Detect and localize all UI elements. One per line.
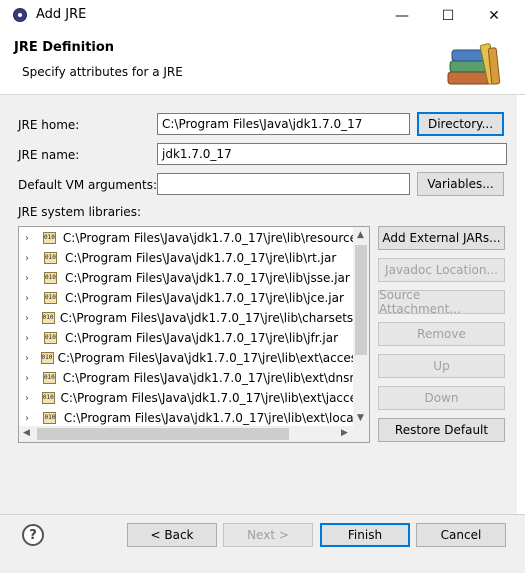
maximize-button[interactable]: ☐ — [425, 0, 471, 31]
title-bar: Add JRE — ☐ ✕ — [0, 0, 525, 31]
scroll-down-icon[interactable]: ▼ — [357, 413, 364, 423]
page-title: JRE Definition — [14, 40, 115, 55]
expand-chevron-icon[interactable]: › — [25, 233, 38, 244]
library-path: C:\Program Files\Java\jdk1.7.0_17\jre\li… — [65, 331, 339, 345]
scroll-left-icon[interactable]: ◀ — [23, 428, 30, 438]
javadoc-location-button[interactable]: Javadoc Location... — [378, 258, 505, 282]
jar-icon: 010 — [41, 391, 55, 405]
source-attachment-button[interactable]: Source Attachment... — [378, 288, 505, 316]
jar-icon: 010 — [43, 251, 59, 265]
list-item[interactable]: › 010 C:\Program Files\Java\jdk1.7.0_17\jr… — [19, 328, 357, 348]
minimize-button[interactable]: — — [379, 0, 425, 31]
expand-chevron-icon[interactable]: › — [25, 273, 39, 284]
jar-icon: 010 — [43, 291, 59, 305]
add-external-jars-button[interactable]: Add External JARs... — [378, 226, 505, 250]
expand-chevron-icon[interactable]: › — [25, 353, 36, 364]
libraries-tree[interactable]: › 010 C:\Program Files\Java\jdk1.7.0_17\jr… — [18, 226, 370, 443]
horizontal-scroll-thumb[interactable] — [37, 428, 289, 440]
books-icon — [447, 43, 501, 85]
up-button[interactable]: Up — [378, 354, 505, 378]
expand-chevron-icon[interactable]: › — [25, 413, 38, 424]
remove-button[interactable]: Remove — [378, 322, 505, 346]
library-path: C:\Program Files\Java\jdk1.7.0_17\jre\li… — [65, 251, 337, 265]
jar-icon: 010 — [40, 351, 54, 365]
list-item[interactable]: › 010 C:\Program Files\Java\jdk1.7.0_17\jr… — [19, 308, 357, 328]
library-path: C:\Program Files\Java\jdk1.7.0_17\jre\li… — [57, 351, 357, 365]
expand-chevron-icon[interactable]: › — [25, 313, 37, 324]
library-path: C:\Program Files\Java\jdk1.7.0_17\jre\li… — [62, 371, 357, 385]
jar-icon: 010 — [43, 271, 59, 285]
expand-chevron-icon[interactable]: › — [25, 373, 38, 384]
list-item[interactable]: › 010 C:\Program Files\Java\jdk1.7.0_17\jr… — [19, 228, 357, 248]
expand-chevron-icon[interactable]: › — [25, 293, 39, 304]
jar-icon: 010 — [42, 371, 57, 385]
vm-arguments-field[interactable] — [157, 173, 410, 195]
wizard-header: JRE Definition Specify attributes for a … — [0, 31, 525, 95]
list-item[interactable]: › 010 C:\Program Files\Java\jdk1.7.0_17\jr… — [19, 388, 357, 408]
jar-icon: 010 — [41, 311, 55, 325]
jre-name-label: JRE name: — [18, 148, 80, 162]
library-path: C:\Program Files\Java\jdk1.7.0_17\jre\li… — [63, 411, 357, 425]
scroll-right-icon[interactable]: ▶ — [341, 428, 348, 438]
horizontal-scrollbar[interactable]: ◀ ▶ — [19, 426, 369, 442]
cancel-button[interactable]: Cancel — [416, 523, 506, 547]
list-item[interactable]: › 010 C:\Program Files\Java\jdk1.7.0_17\jr… — [19, 268, 357, 288]
restore-default-button[interactable]: Restore Default — [378, 418, 505, 442]
list-item[interactable]: › 010 C:\Program Files\Java\jdk1.7.0_17\jr… — [19, 248, 357, 268]
jre-home-field[interactable]: C:\Program Files\Java\jdk1.7.0_17 — [157, 113, 410, 135]
library-path: C:\Program Files\Java\jdk1.7.0_17\jre\li… — [60, 391, 357, 405]
list-item[interactable]: › 010 C:\Program Files\Java\jdk1.7.0_17\jr… — [19, 408, 357, 428]
expand-chevron-icon[interactable]: › — [25, 333, 39, 344]
page-description: Specify attributes for a JRE — [22, 65, 183, 79]
help-icon[interactable]: ? — [22, 524, 44, 546]
back-button[interactable]: < Back — [127, 523, 217, 547]
library-path: C:\Program Files\Java\jdk1.7.0_17\jre\li… — [62, 231, 357, 245]
window-title: Add JRE — [36, 7, 87, 22]
vertical-scroll-thumb[interactable] — [355, 245, 367, 355]
jre-name-field[interactable]: jdk1.7.0_17 — [157, 143, 507, 165]
next-button[interactable]: Next > — [223, 523, 313, 547]
jar-icon: 010 — [42, 411, 57, 425]
vertical-scrollbar[interactable]: ▲ ▼ — [353, 227, 369, 426]
jre-home-label: JRE home: — [18, 118, 80, 132]
list-item[interactable]: › 010 C:\Program Files\Java\jdk1.7.0_17\jr… — [19, 288, 357, 308]
expand-chevron-icon[interactable]: › — [25, 393, 37, 404]
jar-icon: 010 — [43, 331, 59, 345]
list-item[interactable]: › 010 C:\Program Files\Java\jdk1.7.0_17\jr… — [19, 368, 357, 388]
list-item[interactable]: › 010 C:\Program Files\Java\jdk1.7.0_17\jr… — [19, 348, 357, 368]
directory-button[interactable]: Directory... — [417, 112, 504, 136]
expand-chevron-icon[interactable]: › — [25, 253, 39, 264]
variables-button[interactable]: Variables... — [417, 172, 504, 196]
scroll-up-icon[interactable]: ▲ — [357, 230, 364, 240]
library-path: C:\Program Files\Java\jdk1.7.0_17\jre\li… — [65, 271, 350, 285]
finish-button[interactable]: Finish — [320, 523, 410, 547]
vm-arguments-label: Default VM arguments: — [18, 178, 158, 192]
system-libraries-label: JRE system libraries: — [18, 205, 141, 219]
library-path: C:\Program Files\Java\jdk1.7.0_17\jre\li… — [65, 291, 344, 305]
jar-icon: 010 — [42, 231, 57, 245]
eclipse-icon — [13, 8, 27, 22]
down-button[interactable]: Down — [378, 386, 505, 410]
close-button[interactable]: ✕ — [471, 0, 517, 31]
library-path: C:\Program Files\Java\jdk1.7.0_17\jre\li… — [59, 311, 357, 325]
